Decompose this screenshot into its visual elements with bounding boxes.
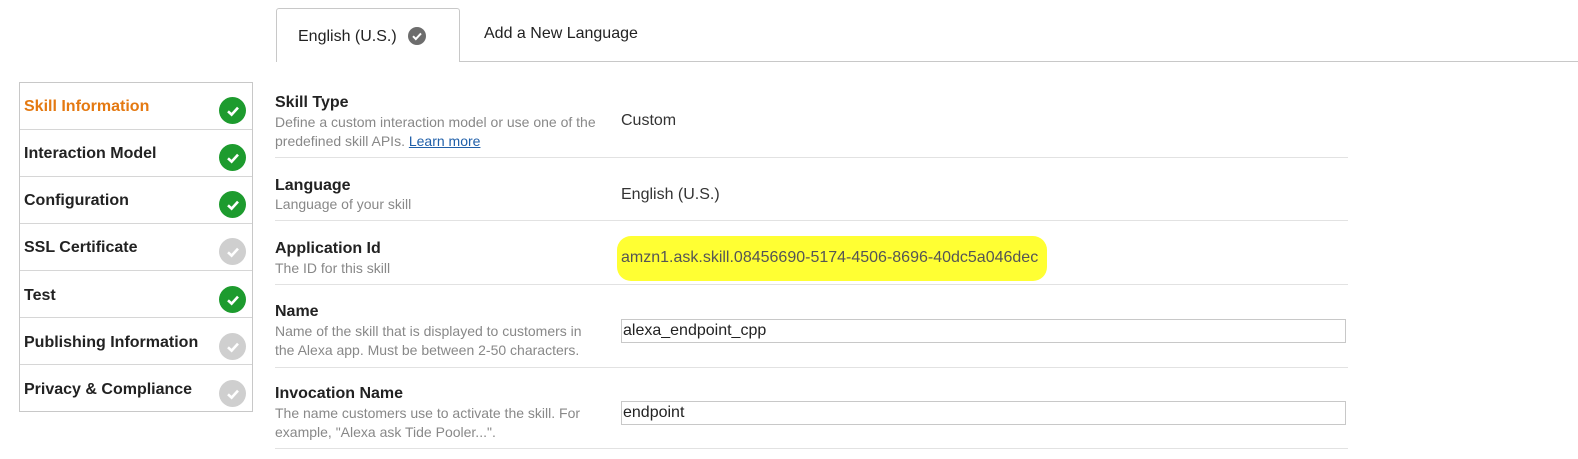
sidebar-item-test[interactable]: Test bbox=[20, 271, 252, 318]
invocation-name-desc-line1: The name customers use to activate the s… bbox=[275, 405, 581, 421]
skill-type-description: Define a custom interaction model or use… bbox=[275, 113, 615, 151]
language-row: Language Language of your skill English … bbox=[275, 158, 1348, 221]
sidebar-item-label: SSL Certificate bbox=[24, 239, 138, 256]
skill-type-desc-line1: Define a custom interaction model or use… bbox=[275, 114, 596, 130]
invocation-name-row: Invocation Name The name customers use t… bbox=[275, 368, 1348, 449]
sidebar-item-label: Test bbox=[24, 287, 56, 304]
tabs-divider bbox=[276, 61, 1578, 62]
tab-label: English (U.S.) bbox=[298, 28, 397, 45]
name-row: Name Name of the skill that is displayed… bbox=[275, 285, 1348, 368]
sidebar-item-label: Skill Information bbox=[24, 98, 150, 115]
name-desc-line1: Name of the skill that is displayed to c… bbox=[275, 323, 582, 339]
check-circle-icon bbox=[219, 286, 246, 313]
skill-type-desc-line2: predefined skill APIs. bbox=[275, 133, 405, 149]
sidebar-item-ssl-certificate[interactable]: SSL Certificate bbox=[20, 224, 252, 271]
tab-english-us[interactable]: English (U.S.) bbox=[276, 8, 460, 62]
language-value: English (U.S.) bbox=[621, 186, 720, 203]
check-circle-icon bbox=[219, 191, 246, 218]
application-id-value: amzn1.ask.skill.08456690-5174-4506-8696-… bbox=[621, 249, 1039, 266]
tab-add-language[interactable]: Add a New Language bbox=[484, 25, 638, 43]
name-desc-line2: the Alexa app. Must be between 2-50 char… bbox=[275, 342, 580, 358]
learn-more-link[interactable]: Learn more bbox=[409, 133, 481, 149]
sidebar-item-label: Configuration bbox=[24, 192, 129, 209]
language-title: Language bbox=[275, 177, 351, 194]
name-title: Name bbox=[275, 303, 319, 320]
invocation-name-desc-line2: example, "Alexa ask Tide Pooler...". bbox=[275, 424, 496, 440]
sidebar-nav: Skill Information Interaction Model Conf… bbox=[19, 82, 253, 412]
check-circle-icon bbox=[219, 97, 246, 124]
sidebar-item-label: Publishing Information bbox=[24, 334, 199, 351]
language-description: Language of your skill bbox=[275, 196, 412, 212]
name-description: Name of the skill that is displayed to c… bbox=[275, 322, 615, 360]
sidebar-item-label: Privacy & Compliance bbox=[24, 381, 193, 398]
invocation-name-input[interactable] bbox=[621, 401, 1346, 425]
sidebar-item-skill-information[interactable]: Skill Information bbox=[20, 83, 252, 130]
sidebar-item-interaction-model[interactable]: Interaction Model bbox=[20, 130, 252, 177]
invocation-name-description: The name customers use to activate the s… bbox=[275, 404, 615, 442]
check-circle-icon bbox=[219, 144, 246, 171]
application-id-row: Application Id The ID for this skill amz… bbox=[275, 221, 1348, 285]
check-circle-icon bbox=[219, 238, 246, 265]
check-circle-icon bbox=[219, 333, 246, 360]
check-circle-icon bbox=[219, 380, 246, 407]
sidebar-item-privacy-compliance[interactable]: Privacy & Compliance bbox=[20, 365, 252, 412]
sidebar-item-publishing-information[interactable]: Publishing Information bbox=[20, 318, 252, 365]
skill-type-title: Skill Type bbox=[275, 94, 349, 111]
sidebar-item-label: Interaction Model bbox=[24, 145, 157, 162]
application-id-description: The ID for this skill bbox=[275, 260, 391, 276]
invocation-name-title: Invocation Name bbox=[275, 385, 404, 402]
check-circle-icon bbox=[407, 26, 426, 45]
name-input[interactable] bbox=[621, 319, 1346, 343]
skill-type-row: Skill Type Define a custom interaction m… bbox=[275, 90, 1348, 158]
application-id-title: Application Id bbox=[275, 240, 381, 257]
sidebar-item-configuration[interactable]: Configuration bbox=[20, 177, 252, 224]
skill-type-value: Custom bbox=[621, 112, 677, 129]
